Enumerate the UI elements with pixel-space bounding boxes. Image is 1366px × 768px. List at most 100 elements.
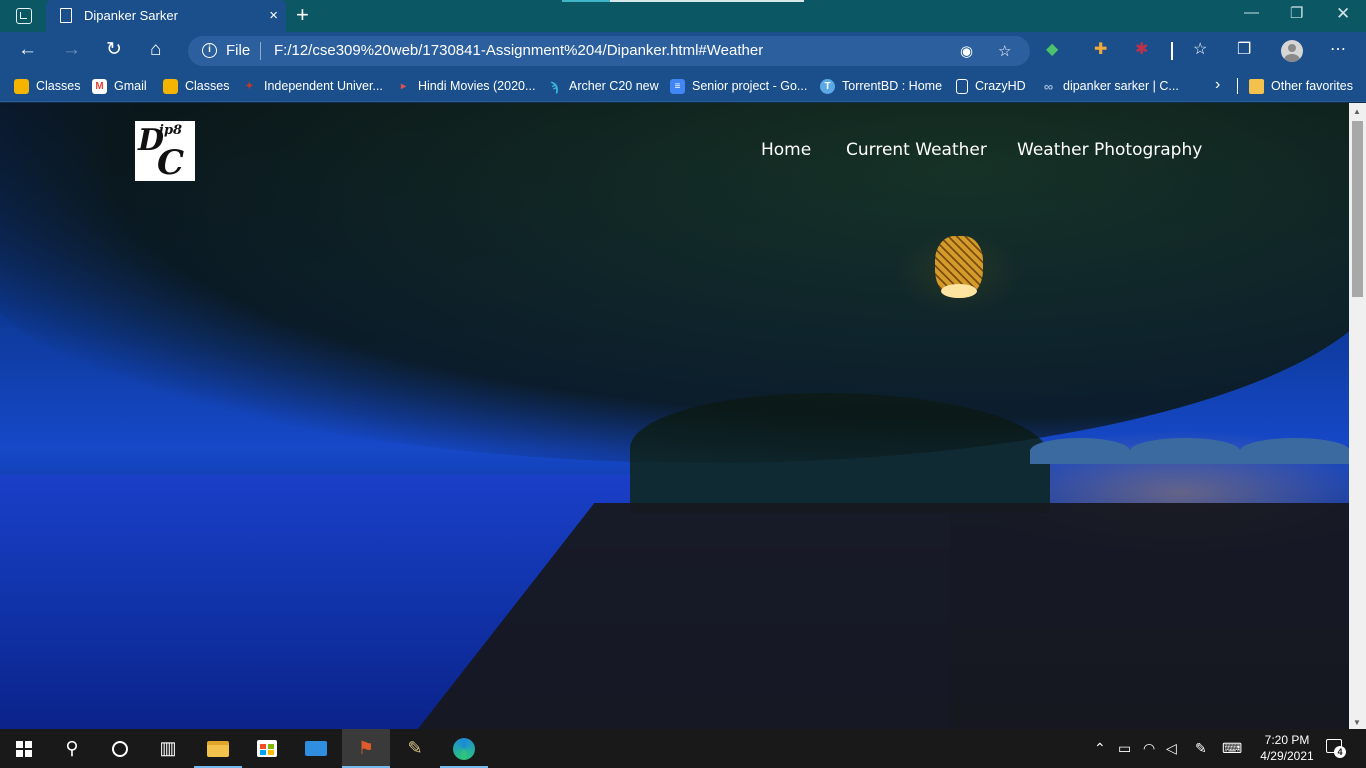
new-tab-button[interactable]: + <box>296 4 309 26</box>
favorite-item[interactable]: Classes <box>14 77 80 95</box>
scroll-up-icon[interactable]: ▲ <box>1353 107 1361 116</box>
tab-actions-icon[interactable] <box>16 8 32 24</box>
system-clock[interactable]: 7:20 PM 4/29/2021 <box>1255 732 1319 764</box>
extension-icon[interactable]: ✱ <box>1135 41 1148 59</box>
favorite-item[interactable]: T TorrentBD : Home <box>820 77 942 95</box>
windows-logo-icon <box>16 740 32 757</box>
document-icon <box>60 8 72 23</box>
app-icon[interactable]: ⚑ <box>342 729 390 768</box>
volume-icon[interactable]: ◁ <box>1166 740 1177 756</box>
address-divider <box>260 42 261 60</box>
classroom-icon <box>163 78 178 94</box>
app-icon[interactable]: ✎ <box>391 729 439 768</box>
favorite-item[interactable]: ≡ Senior project - Go... <box>670 77 807 95</box>
favorite-item[interactable]: ▸ Hindi Movies (2020... <box>396 77 535 95</box>
profile-icon[interactable] <box>1281 40 1303 62</box>
keyboard-icon[interactable]: ⌨ <box>1222 740 1242 756</box>
page-icon <box>956 78 968 94</box>
address-scheme-label: File <box>226 42 251 59</box>
favorite-item[interactable]: CrazyHD <box>956 77 1026 95</box>
classroom-icon <box>14 78 29 94</box>
start-button[interactable] <box>0 729 48 768</box>
torrentbd-icon: T <box>820 78 835 94</box>
cortana-icon[interactable] <box>96 729 144 768</box>
mail-icon[interactable] <box>292 729 340 768</box>
umbrella-shape <box>1130 438 1240 464</box>
other-favorites-folder[interactable]: Other favorites <box>1249 77 1353 95</box>
favorite-label: Classes <box>185 79 230 93</box>
restore-button[interactable]: ❐ <box>1290 4 1303 22</box>
back-button[interactable]: ← <box>18 39 37 61</box>
lantern-image <box>935 236 983 298</box>
search-icon[interactable]: ⚲ <box>48 729 96 768</box>
battery-icon[interactable]: ▭ <box>1118 740 1131 756</box>
minimize-button[interactable]: — <box>1244 4 1259 21</box>
title-accent-bar <box>562 0 804 2</box>
task-view-icon[interactable]: ▥ <box>144 729 192 768</box>
favorite-item[interactable]: ✦ Independent Univer... <box>242 77 383 95</box>
extension-icon[interactable]: ◆ <box>1046 41 1058 59</box>
link-icon: ∞ <box>1043 78 1054 94</box>
other-favorites-label: Other favorites <box>1271 79 1353 93</box>
nav-current-weather[interactable]: Current Weather <box>846 140 987 160</box>
browser-toolbar: ← → ↻ ⌂ i File F:/12/cse309%20web/173084… <box>0 32 1366 70</box>
scroll-down-icon[interactable]: ▼ <box>1353 718 1361 727</box>
web-page-hero: D ip8 C Home Current Weather Weather Pho… <box>0 103 1349 729</box>
scroll-thumb[interactable] <box>1352 121 1363 297</box>
favorite-label: dipanker sarker | C... <box>1063 79 1179 93</box>
wifi-icon[interactable]: ◠ <box>1143 740 1155 756</box>
collections-icon[interactable]: ❐ <box>1237 41 1251 59</box>
favorite-item[interactable]: Classes <box>163 77 229 95</box>
extension-icon[interactable]: ✚ <box>1094 41 1107 59</box>
chevron-up-icon[interactable]: ⌃ <box>1094 740 1106 756</box>
windows-taskbar: ⚲ ▥ ⚑ ✎ ⌃ ▭ ◠ ◁ ✎ ⌨ 7:20 PM 4/29/2021 4 <box>0 729 1366 768</box>
google-docs-icon: ≡ <box>670 78 685 94</box>
info-icon[interactable]: i <box>202 43 217 58</box>
title-bar: Dipanker Sarker × + — ❐ ✕ <box>0 0 1366 32</box>
clock-time: 7:20 PM <box>1264 733 1310 747</box>
location-icon[interactable]: ◉ <box>960 42 973 60</box>
clock-date: 4/29/2021 <box>1260 749 1314 763</box>
forward-button[interactable]: → <box>62 39 81 61</box>
nav-weather-photography[interactable]: Weather Photography <box>1017 140 1202 160</box>
favorite-label: Classes <box>36 79 81 93</box>
folder-icon <box>1249 78 1264 94</box>
favorites-bar: Classes M Gmail Classes ✦ Independent Un… <box>0 70 1366 102</box>
favorite-label: Independent Univer... <box>264 79 383 93</box>
favorite-item[interactable]: ∞ dipanker sarker | C... <box>1041 77 1179 95</box>
home-button[interactable]: ⌂ <box>150 39 161 61</box>
favorite-label: Gmail <box>114 79 147 93</box>
logo-letter: C <box>157 143 185 183</box>
favorite-item[interactable]: M Gmail <box>92 77 147 95</box>
site-logo[interactable]: D ip8 C <box>135 121 195 183</box>
add-favorite-icon[interactable]: ☆ <box>998 42 1011 60</box>
chevron-right-icon[interactable]: › <box>1215 76 1220 94</box>
page-scrollbar[interactable]: ▲ ▼ <box>1349 103 1366 729</box>
address-url[interactable]: F:/12/cse309%20web/1730841-Assignment%20… <box>274 42 763 59</box>
toolbar-divider <box>1171 42 1173 60</box>
nav-home[interactable]: Home <box>761 140 811 160</box>
close-window-button[interactable]: ✕ <box>1336 4 1350 24</box>
favorite-label: Archer C20 new <box>569 79 659 93</box>
gmail-icon: M <box>92 78 107 94</box>
file-explorer-icon[interactable] <box>194 729 242 768</box>
umbrella-shape <box>1240 438 1349 464</box>
tplink-icon: ϡ <box>550 78 559 94</box>
pen-icon[interactable]: ✎ <box>1195 740 1207 756</box>
refresh-button[interactable]: ↻ <box>106 39 122 61</box>
browser-tab[interactable]: Dipanker Sarker × <box>46 0 286 32</box>
favorites-icon[interactable]: ☆ <box>1193 41 1207 59</box>
movie-icon: ▸ <box>400 80 407 92</box>
edge-icon[interactable] <box>440 729 488 768</box>
tab-title: Dipanker Sarker <box>84 8 178 23</box>
favorite-item[interactable]: ϡ Archer C20 new <box>547 77 659 95</box>
favorite-label: Senior project - Go... <box>692 79 808 93</box>
store-icon[interactable] <box>243 729 291 768</box>
logo-text: ip8 <box>159 123 183 138</box>
close-icon[interactable]: × <box>269 7 278 25</box>
favorites-divider <box>1237 78 1238 94</box>
favorite-label: TorrentBD : Home <box>842 79 943 93</box>
umbrella-shape <box>1030 438 1130 464</box>
address-bar[interactable]: i File F:/12/cse309%20web/1730841-Assign… <box>188 36 1030 66</box>
more-icon[interactable]: ⋯ <box>1330 41 1346 59</box>
